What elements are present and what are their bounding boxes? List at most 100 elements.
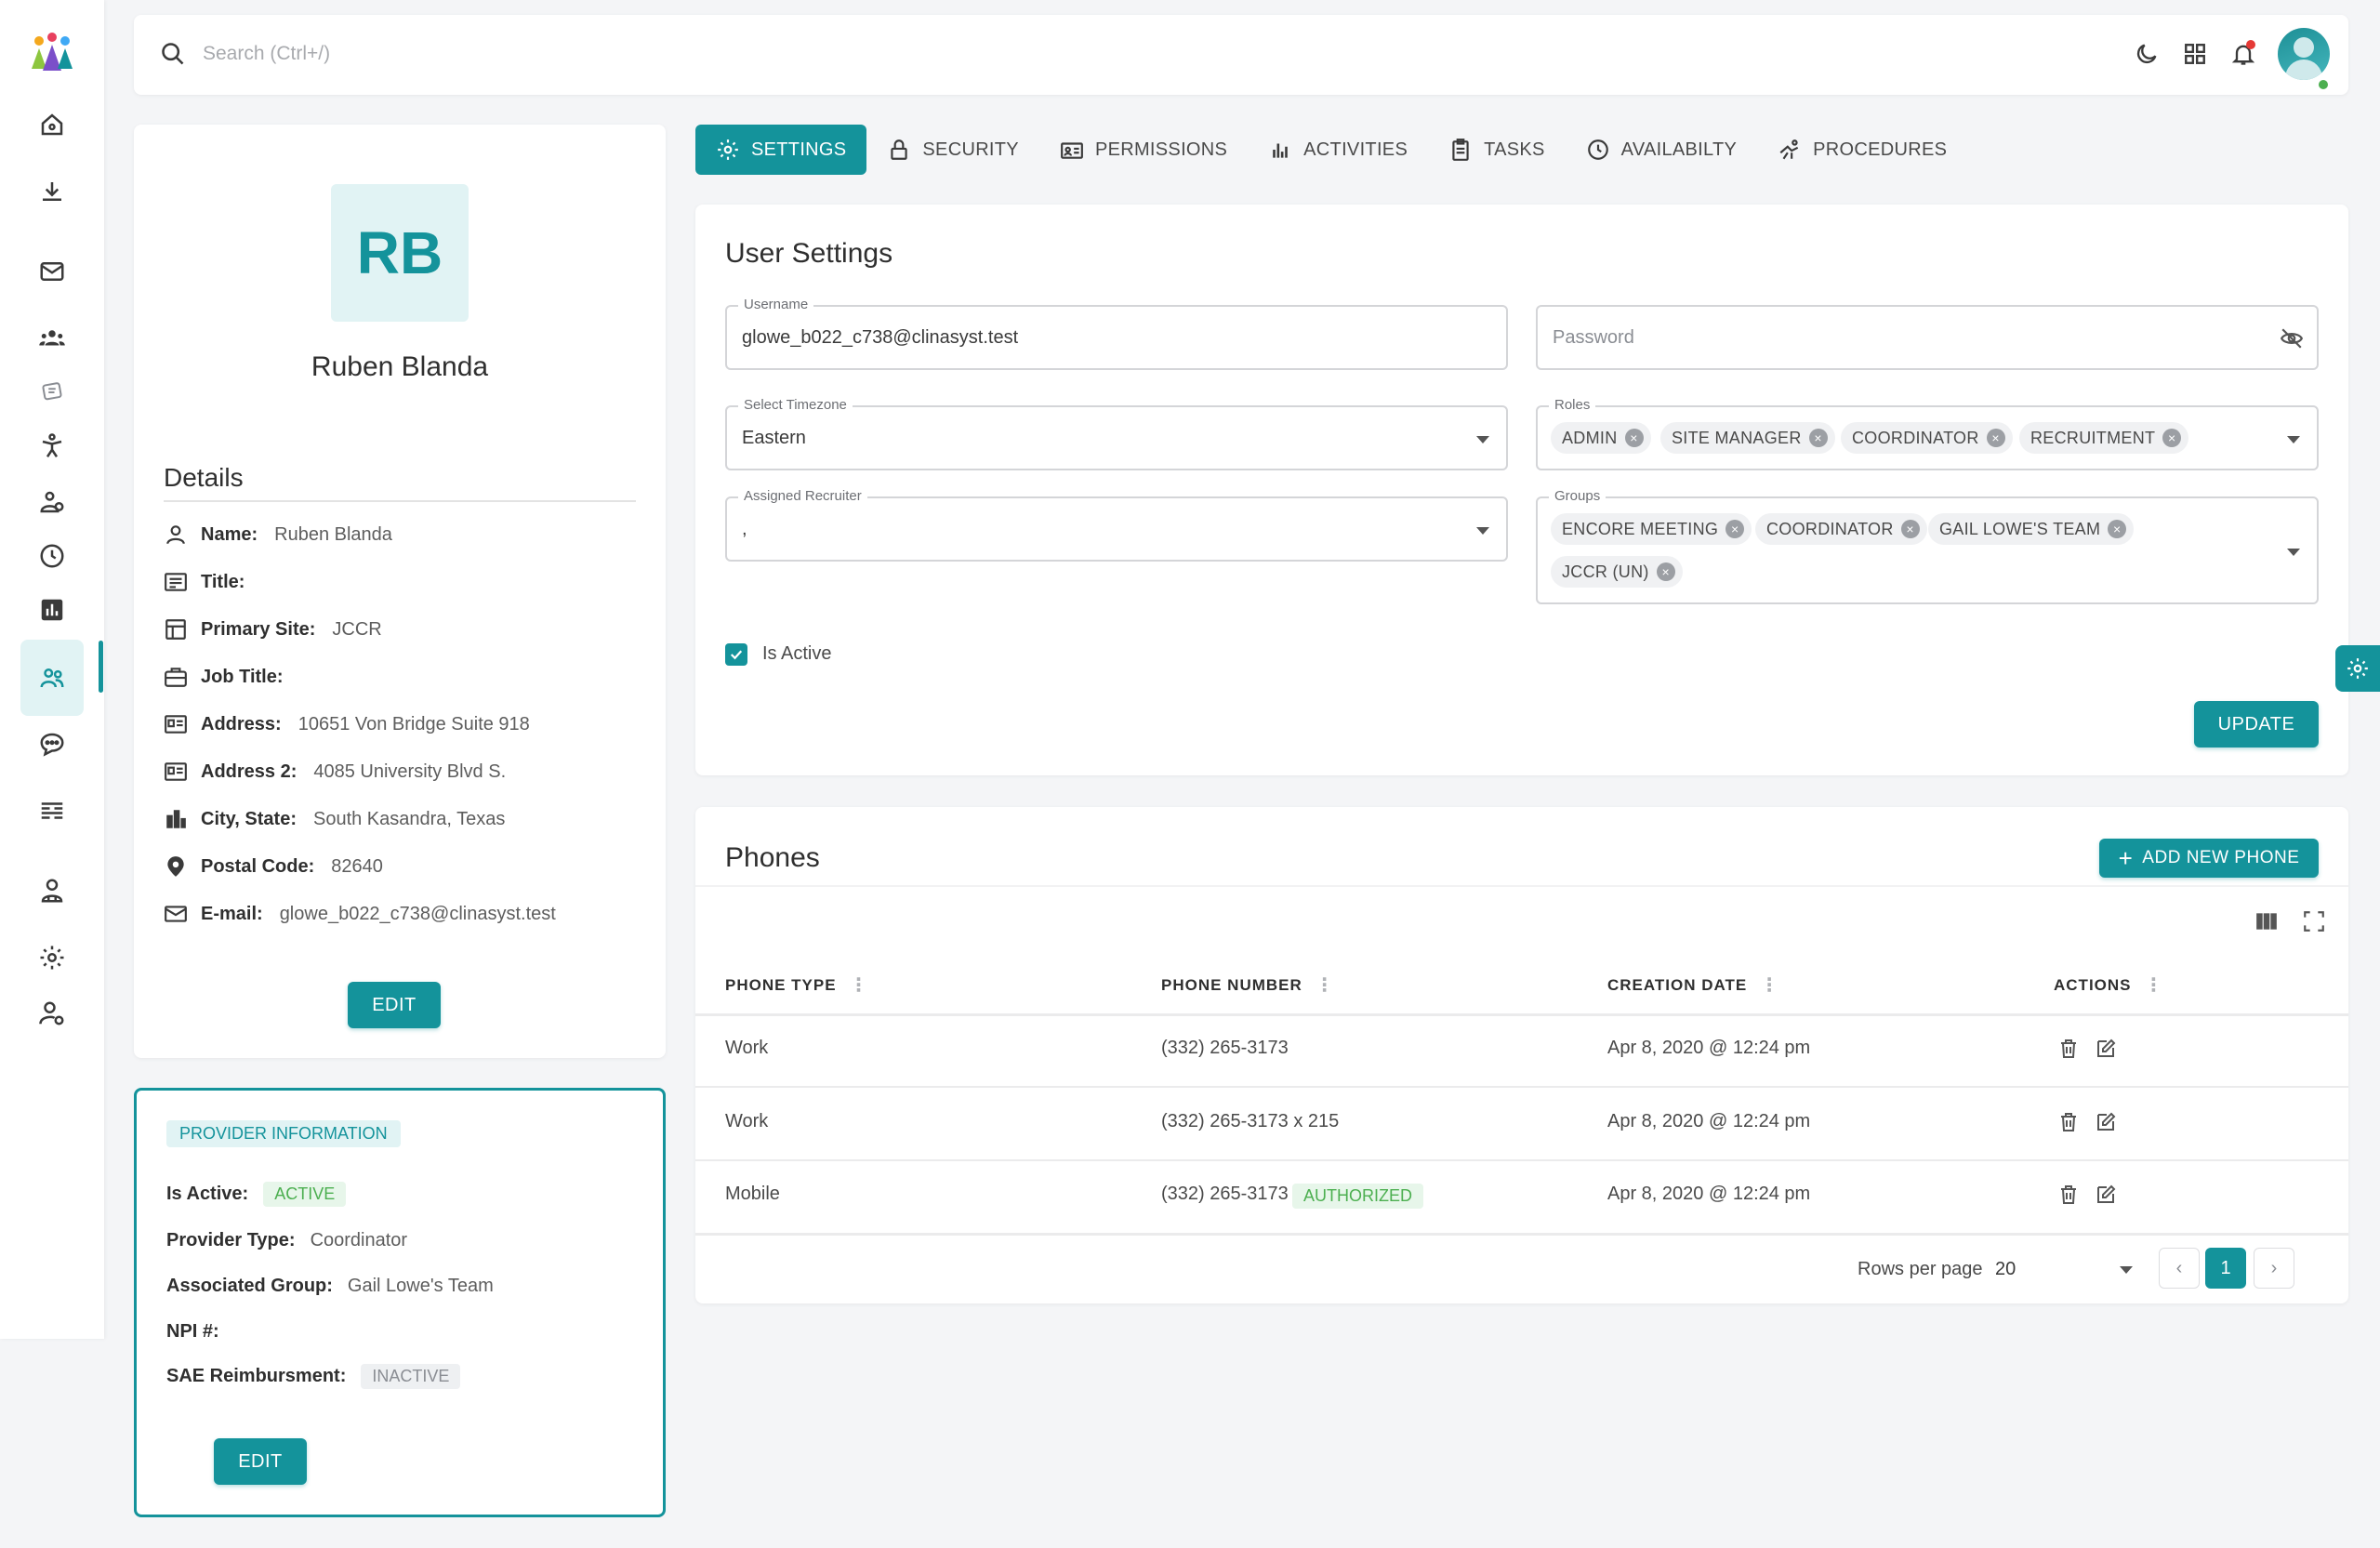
status-badge: ACTIVE	[263, 1182, 347, 1207]
close-icon[interactable]: ×	[1624, 429, 1644, 447]
mail-icon[interactable]	[20, 240, 84, 303]
detail-label: Name:	[201, 523, 258, 545]
people-icon[interactable]	[20, 640, 84, 716]
download-icon[interactable]	[20, 160, 84, 223]
column-header-creation-date[interactable]: CREATION DATE ⋮	[1607, 976, 1779, 995]
role-chip[interactable]: ADMIN ×	[1551, 422, 1651, 454]
column-label: CREATION DATE	[1607, 976, 1748, 994]
trash-icon[interactable]	[2057, 1111, 2080, 1133]
grid-icon[interactable]	[2181, 40, 2209, 68]
detail-value: Ruben Blanda	[274, 523, 392, 545]
page-button[interactable]: 1	[2205, 1248, 2246, 1289]
fullscreen-icon[interactable]	[2302, 909, 2326, 933]
close-icon[interactable]: ×	[1986, 429, 2005, 447]
close-icon[interactable]: ×	[1656, 562, 1675, 581]
more-vertical-icon[interactable]: ⋮	[850, 976, 869, 995]
chart-icon[interactable]	[20, 578, 84, 642]
settings-tabs: SETTINGS SECURITY PERMISSIONS ACTIVITIES…	[695, 125, 1967, 175]
address-card-icon	[165, 715, 187, 734]
trash-icon[interactable]	[2057, 1184, 2080, 1206]
tab-security[interactable]: SECURITY	[866, 125, 1039, 175]
notification-dot	[2246, 40, 2255, 49]
role-chip[interactable]: RECRUITMENT ×	[2019, 422, 2189, 454]
header-divider	[695, 1013, 2348, 1016]
role-chip[interactable]: SITE MANAGER ×	[1660, 422, 1835, 454]
clock-icon	[1587, 139, 1608, 160]
provider-npi: NPI #:	[166, 1321, 234, 1343]
app-logo[interactable]	[28, 32, 76, 74]
username-field[interactable]: Username glowe_b022_c738@clinasyst.test	[725, 297, 1508, 370]
is-active-label: Is Active	[762, 643, 832, 664]
tab-procedures[interactable]: PROCEDURES	[1757, 125, 1967, 175]
more-vertical-icon[interactable]: ⋮	[1316, 976, 1335, 995]
edit-icon[interactable]	[2095, 1038, 2117, 1060]
columns-icon[interactable]	[2254, 909, 2280, 933]
recruiter-select[interactable]: Assigned Recruiter ,	[725, 488, 1508, 562]
moon-icon[interactable]	[2133, 40, 2161, 68]
divider	[695, 885, 2348, 887]
close-icon[interactable]: ×	[2108, 520, 2127, 538]
trash-icon[interactable]	[2057, 1038, 2080, 1060]
home-icon[interactable]	[20, 93, 84, 156]
tab-label: PERMISSIONS	[1094, 139, 1228, 160]
chip-label: COORDINATOR	[1766, 519, 1894, 538]
chat-icon[interactable]	[20, 712, 84, 775]
gear-icon[interactable]	[20, 926, 84, 989]
field-label: Roles	[1549, 397, 1596, 413]
mail-icon	[165, 906, 187, 922]
accessibility-icon[interactable]	[20, 415, 84, 478]
eye-off-icon[interactable]	[2280, 326, 2304, 351]
user-settings-icon[interactable]	[20, 982, 84, 1045]
avatar[interactable]	[2278, 28, 2330, 80]
more-vertical-icon[interactable]: ⋮	[2145, 976, 2164, 995]
tab-settings[interactable]: SETTINGS	[695, 125, 867, 175]
role-chip[interactable]: COORDINATOR ×	[1841, 422, 2013, 454]
roles-select[interactable]: Roles ADMIN × SITE MANAGER × COORDINATOR × …	[1536, 397, 2319, 470]
group-chip[interactable]: COORDINATOR ×	[1755, 513, 1927, 545]
tab-availability[interactable]: AVAILABILTY	[1566, 125, 1757, 175]
search-input[interactable]: Search (Ctrl+/)	[203, 43, 330, 65]
detail-value: South Kasandra, Texas	[312, 808, 506, 829]
column-header-phone-type[interactable]: PHONE TYPE ⋮	[725, 976, 869, 995]
next-page-button[interactable]: ›	[2254, 1248, 2294, 1289]
group-chip[interactable]: JCCR (UN) ×	[1551, 556, 1683, 588]
search-icon[interactable]	[160, 41, 186, 72]
more-vertical-icon[interactable]: ⋮	[1760, 976, 1779, 995]
doctor-icon[interactable]	[20, 859, 84, 922]
edit-icon[interactable]	[2095, 1111, 2117, 1133]
edit-provider-button[interactable]: EDIT	[214, 1438, 307, 1485]
timezone-select[interactable]: Select Timezone Eastern	[725, 397, 1508, 470]
permissions-icon	[1061, 142, 1083, 159]
add-new-phone-button[interactable]: + ADD NEW PHONE	[2099, 839, 2319, 878]
tab-activities[interactable]: ACTIVITIES	[1248, 125, 1428, 175]
group-chip[interactable]: ENCORE MEETING ×	[1551, 513, 1752, 545]
prev-page-button[interactable]: ‹	[2159, 1248, 2200, 1289]
cell-creation-date: Apr 8, 2020 @ 12:24 pm	[1607, 1038, 1811, 1058]
close-icon[interactable]: ×	[1900, 520, 1920, 538]
provider-associated-group: Associated Group: Gail Lowe's Team	[166, 1276, 494, 1297]
close-icon[interactable]: ×	[1808, 429, 1828, 447]
detail-label: NPI #:	[166, 1321, 219, 1342]
column-header-actions[interactable]: ACTIONS ⋮	[2054, 976, 2164, 995]
list-icon[interactable]	[20, 779, 84, 842]
password-field[interactable]: Password	[1536, 305, 2319, 370]
close-icon[interactable]: ×	[1726, 520, 1745, 538]
is-active-checkbox[interactable]	[725, 643, 747, 666]
group-chip[interactable]: GAIL LOWE'S TEAM ×	[1928, 513, 2135, 545]
rows-per-page-select[interactable]: 20	[1995, 1253, 2140, 1285]
bell-icon[interactable]	[2229, 40, 2257, 68]
tab-permissions[interactable]: PERMISSIONS	[1039, 125, 1248, 175]
detail-city-state: City, State: South Kasandra, Texas	[164, 805, 505, 833]
tab-tasks[interactable]: TASKS	[1428, 125, 1566, 175]
groups-select[interactable]: Groups ENCORE MEETING × COORDINATOR × GAIL…	[1536, 488, 2319, 604]
update-button[interactable]: UPDATE	[2194, 701, 2319, 748]
customizer-button[interactable]	[2335, 645, 2380, 692]
column-label: PHONE TYPE	[725, 976, 837, 994]
edit-icon[interactable]	[2095, 1184, 2117, 1206]
provider-info-title: PROVIDER INFORMATION	[166, 1120, 401, 1147]
field-label: Username	[738, 297, 814, 312]
column-header-phone-number[interactable]: PHONE NUMBER ⋮	[1161, 976, 1335, 995]
detail-label: Title:	[201, 571, 245, 592]
close-icon[interactable]: ×	[2162, 429, 2182, 447]
edit-profile-button[interactable]: EDIT	[348, 982, 441, 1028]
